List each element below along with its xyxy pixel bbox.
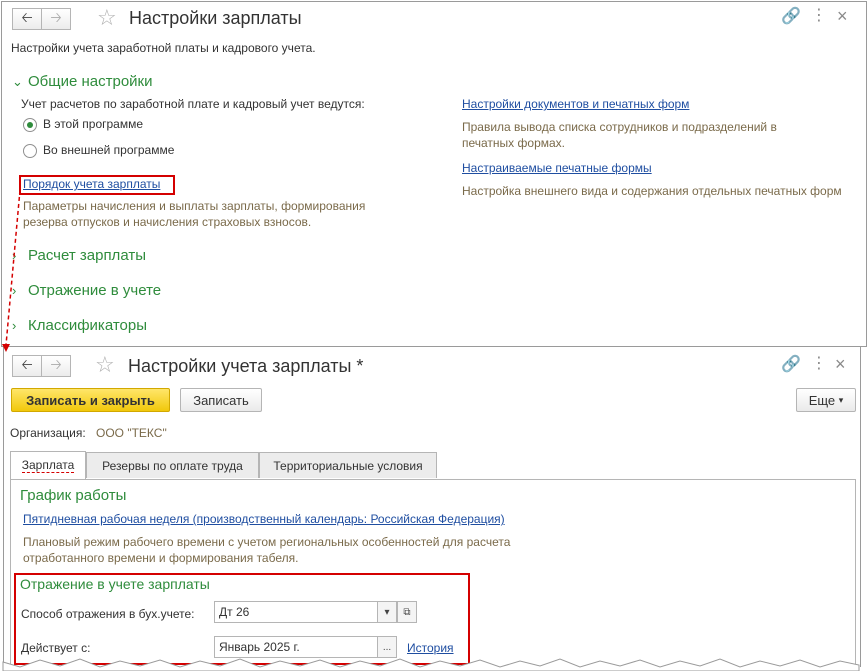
close-icon[interactable]: × — [837, 7, 848, 25]
dropdown-arrow-icon: ▾ — [384, 606, 390, 618]
window-title: Настройки зарплаты — [129, 8, 302, 28]
chevron-down-icon: ⌄ — [12, 74, 23, 89]
docs-settings-link[interactable]: Настройки документов и печатных форм — [462, 97, 689, 111]
tab-label: Зарплата — [21, 458, 75, 473]
settings-window: 🡠 🡢 ☆ Настройки зарплаты 🔗 ⋮ × Настройки… — [1, 1, 867, 347]
section-title: Расчет зарплаты — [28, 247, 146, 264]
nav-buttons: 🡠 🡢 — [12, 8, 71, 30]
effective-field[interactable]: Январь 2025 г. — [214, 636, 378, 658]
back-button[interactable]: 🡠 — [12, 8, 42, 30]
forward-button[interactable]: 🡢 — [42, 8, 71, 30]
link-icon[interactable]: 🔗 — [781, 9, 801, 25]
window-subtitle: Настройки учета заработной платы и кадро… — [11, 41, 316, 55]
schedule-desc: Плановый режим рабочего времени с учетом… — [23, 535, 511, 565]
ellipsis-icon: ... — [382, 641, 392, 653]
section-title: Классификаторы — [28, 317, 148, 334]
tab-territorial[interactable]: Территориальные условия — [259, 452, 437, 478]
close-icon[interactable]: × — [835, 355, 846, 373]
docs-settings-desc: Правила вывода списка сотрудников и подр… — [462, 120, 777, 150]
tab-salary[interactable]: Зарплата — [10, 451, 86, 479]
payroll-order-desc: Параметры начисления и выплаты зарплаты,… — [23, 199, 366, 229]
method-field[interactable]: Дт 26 — [214, 601, 378, 623]
favorite-star-icon[interactable]: ☆ — [97, 7, 117, 29]
dropdown-arrow-icon: ▾ — [838, 394, 844, 405]
history-link[interactable]: История — [407, 641, 454, 655]
payroll-order-link[interactable]: Порядок учета зарплаты — [23, 177, 160, 191]
more-menu-icon[interactable]: ⋮ — [811, 8, 827, 24]
arrow-right-icon: 🡢 — [50, 356, 62, 372]
more-label: Еще — [808, 392, 836, 408]
method-label: Способ отражения в бух.учете: — [21, 607, 195, 621]
favorite-star-icon[interactable]: ☆ — [95, 354, 115, 376]
section-calc[interactable]: › Расчет зарплаты — [12, 247, 146, 264]
reflect-heading: Отражение в учете зарплаты — [20, 576, 210, 592]
save-and-close-button[interactable]: Записать и закрыть — [11, 388, 170, 412]
section-reflect[interactable]: › Отражение в учете — [12, 282, 161, 299]
accounting-label: Учет расчетов по заработной плате и кадр… — [21, 97, 365, 111]
nav-buttons: 🡠 🡢 — [12, 355, 71, 377]
link-icon[interactable]: 🔗 — [781, 357, 801, 373]
print-forms-link[interactable]: Настраиваемые печатные формы — [462, 161, 652, 175]
org-label: Организация: — [10, 426, 86, 440]
tab-reserves[interactable]: Резервы по оплате труда — [86, 452, 259, 478]
forward-button[interactable]: 🡢 — [42, 355, 71, 377]
arrow-left-icon: 🡠 — [21, 356, 33, 372]
open-button[interactable]: ⧉ — [397, 601, 417, 623]
radio-external-program[interactable] — [23, 144, 37, 158]
back-button[interactable]: 🡠 — [12, 355, 42, 377]
chevron-right-icon: › — [12, 248, 17, 263]
radio-this-program[interactable] — [23, 118, 37, 132]
select-button[interactable]: ... — [377, 636, 397, 658]
arrow-right-icon: 🡢 — [50, 9, 62, 25]
chevron-right-icon: › — [12, 283, 17, 298]
more-menu-icon[interactable]: ⋮ — [811, 356, 827, 372]
open-copy-icon: ⧉ — [403, 606, 411, 618]
section-classifiers[interactable]: › Классификаторы — [12, 317, 147, 334]
chevron-right-icon: › — [12, 318, 17, 333]
effective-label: Действует с: — [21, 641, 91, 655]
more-button[interactable]: Еще ▾ — [796, 388, 856, 412]
arrow-left-icon: 🡠 — [21, 9, 33, 25]
radio-this-label[interactable]: В этой программе — [43, 117, 143, 131]
window-title: Настройки учета зарплаты * — [128, 356, 364, 376]
dropdown-button[interactable]: ▾ — [377, 601, 397, 623]
radio-external-label[interactable]: Во внешней программе — [43, 143, 174, 157]
section-title: Общие настройки — [28, 73, 153, 90]
print-forms-desc: Настройка внешнего вида и содержания отд… — [462, 184, 842, 198]
section-title: Отражение в учете — [28, 282, 162, 299]
general-settings-section[interactable]: ⌄ Общие настройки — [12, 73, 153, 90]
schedule-heading: График работы — [20, 487, 127, 504]
org-value[interactable]: ООО "ТЕКС" — [96, 426, 167, 440]
payroll-settings-window: 🡠 🡢 ☆ Настройки учета зарплаты * 🔗 ⋮ × З… — [3, 346, 861, 670]
save-button[interactable]: Записать — [180, 388, 262, 412]
schedule-link[interactable]: Пятидневная рабочая неделя (производстве… — [23, 512, 505, 526]
